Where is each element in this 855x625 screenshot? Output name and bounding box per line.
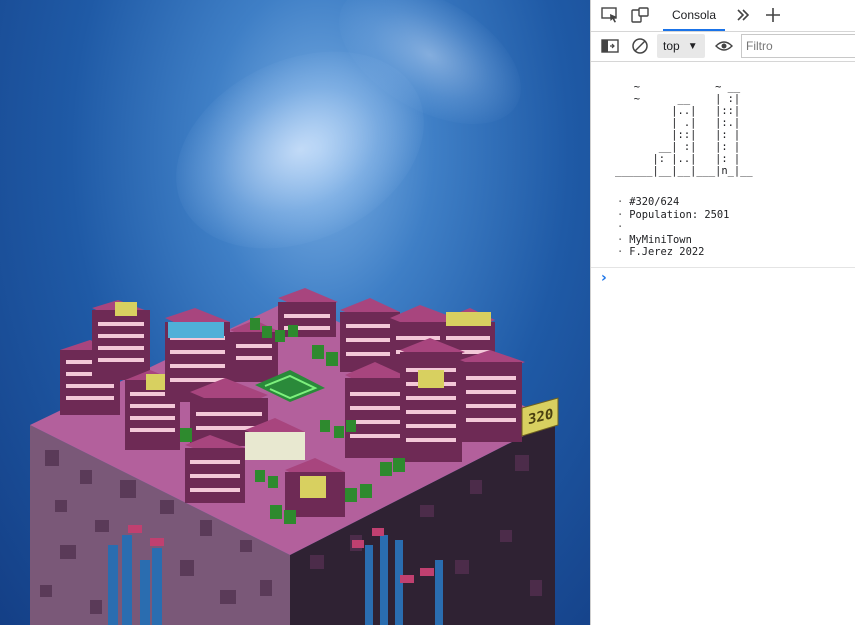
log-lines: · #320/624 · Population: 2501 · · MyMiniTow… — [617, 196, 729, 259]
device-toggle-icon[interactable] — [629, 5, 651, 25]
clear-console-icon[interactable] — [629, 36, 651, 56]
devtools-tab-bar: Consola — [591, 0, 855, 32]
console-input[interactable] — [619, 271, 849, 287]
devtools-panel: Consola top ▼ ~ ~ __ ~ __ | :| — [590, 0, 855, 625]
caret-down-icon: ▼ — [687, 40, 698, 52]
building — [278, 288, 338, 337]
console-log-entry: ~ ~ __ ~ __ | :| |..| |::| | .| |:.| |::… — [591, 62, 855, 268]
ascii-art-skyline: ~ ~ __ ~ __ | :| |..| |::| | .| |:.| |::… — [615, 81, 753, 177]
log-line: · Population: 2501 — [617, 208, 730, 221]
filter-input[interactable] — [741, 34, 855, 58]
log-line: · MyMiniTown — [617, 233, 692, 246]
log-line: · — [617, 221, 624, 233]
building — [400, 338, 465, 462]
isometric-town-illustration: 320 — [30, 288, 559, 625]
town-scene-canvas: 320 — [0, 0, 590, 625]
tab-console[interactable]: Consola — [663, 0, 725, 31]
log-line: · #320/624 — [617, 196, 680, 208]
context-selector[interactable]: top ▼ — [657, 34, 705, 58]
context-value: top — [663, 39, 680, 53]
console-prompt[interactable]: › — [591, 269, 855, 289]
console-toolbar: top ▼ — [591, 32, 855, 62]
prompt-chevron-icon: › — [601, 270, 607, 286]
inspect-element-icon[interactable] — [599, 5, 621, 25]
log-line: · F.Jerez 2022 — [617, 246, 705, 258]
building — [460, 350, 525, 442]
building — [92, 300, 150, 380]
eye-icon[interactable] — [713, 36, 735, 56]
building — [185, 435, 245, 503]
sidebar-toggle-icon[interactable] — [599, 36, 621, 56]
plus-icon[interactable] — [762, 5, 784, 25]
chevron-double-right-icon[interactable] — [732, 5, 754, 25]
console-output: ~ ~ __ ~ __ | :| |..| |::| | .| |:.| |::… — [591, 62, 855, 625]
